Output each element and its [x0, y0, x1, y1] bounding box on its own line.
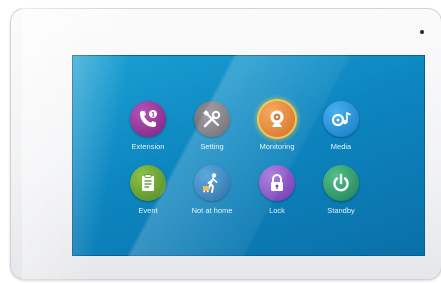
app-label: Setting: [200, 142, 224, 151]
home-screen: 1 Extension Setting Monitoring Media Eve…: [72, 55, 425, 256]
intercom-monitor-device: 1 Extension Setting Monitoring Media Eve…: [10, 8, 441, 280]
clipboard-icon: [130, 165, 166, 201]
power-icon: [323, 165, 359, 201]
app-standby[interactable]: Standby: [304, 165, 378, 229]
padlock-icon: [259, 165, 295, 201]
phone-icon: 1: [130, 101, 166, 137]
app-label: Lock: [269, 206, 285, 215]
media-icon: [323, 101, 359, 137]
app-label: Event: [138, 206, 158, 215]
app-label: Extension: [131, 142, 165, 151]
app-monitoring[interactable]: Monitoring: [240, 101, 314, 165]
app-media[interactable]: Media: [304, 101, 378, 165]
camera-dot: [420, 30, 424, 34]
app-label: Monitoring: [259, 142, 295, 151]
tools-icon: [194, 101, 230, 137]
walking-person-icon: [194, 165, 230, 201]
webcam-icon: [259, 101, 295, 137]
app-setting[interactable]: Setting: [175, 101, 249, 165]
app-lock[interactable]: Lock: [240, 165, 314, 229]
app-label: Not at home: [191, 206, 233, 215]
app-label: Standby: [327, 206, 355, 215]
app-not-at-home[interactable]: Not at home: [175, 165, 249, 229]
app-extension[interactable]: 1 Extension: [111, 101, 185, 165]
app-label: Media: [330, 142, 352, 151]
app-event[interactable]: Event: [111, 165, 185, 229]
